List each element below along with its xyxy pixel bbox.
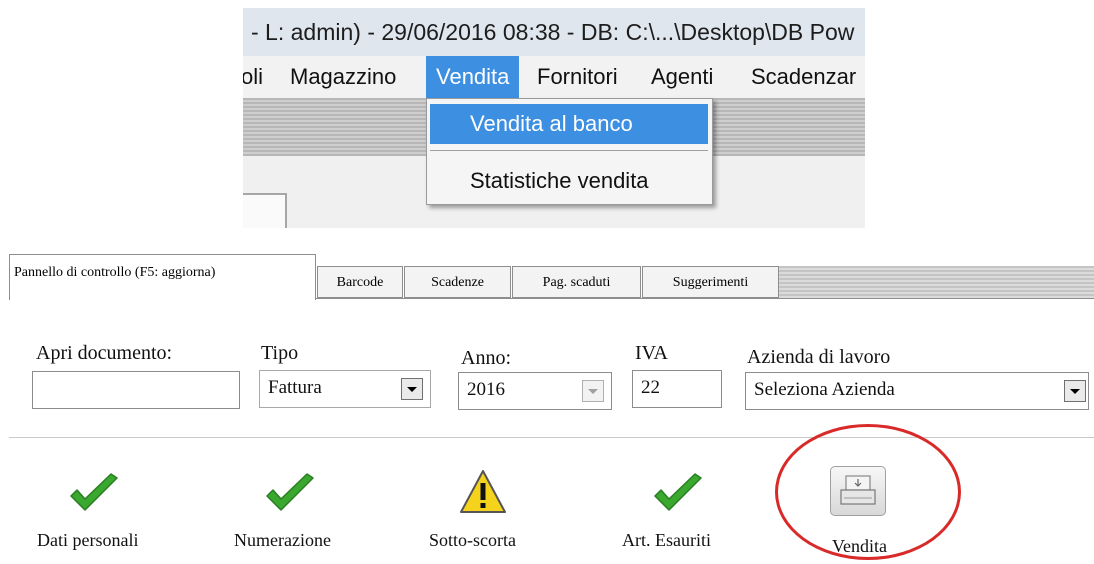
- azienda-select[interactable]: Seleziona Azienda: [745, 372, 1089, 410]
- menu-item-vendita[interactable]: Vendita: [426, 56, 520, 98]
- azienda-dropdown-button[interactable]: [1064, 380, 1086, 402]
- vendita-dropdown-menu: Vendita al banco Statistiche vendita: [426, 98, 713, 205]
- menu-screenshot: - L: admin) - 29/06/2016 08:38 - DB: C:\…: [243, 8, 865, 228]
- menu-option-statistiche-vendita[interactable]: Statistiche vendita: [430, 161, 708, 201]
- highlight-circle: [775, 424, 961, 560]
- section-divider: [9, 437, 1094, 438]
- azienda-label: Azienda di lavoro: [747, 346, 891, 368]
- azienda-value: Seleziona Azienda: [754, 379, 895, 400]
- chevron-down-icon: [407, 387, 417, 392]
- menu-separator: [430, 150, 708, 151]
- check-icon: [654, 473, 702, 511]
- status-art-esauriti[interactable]: Art. Esauriti: [622, 530, 711, 551]
- tab-pag-scaduti[interactable]: Pag. scaduti: [512, 266, 641, 298]
- menu-option-vendita-al-banco[interactable]: Vendita al banco: [430, 104, 708, 144]
- anno-label: Anno:: [461, 347, 511, 369]
- control-panel-screenshot: Pannello di controllo (F5: aggiorna) Bar…: [9, 254, 1094, 564]
- window-title: - L: admin) - 29/06/2016 08:38 - DB: C:\…: [243, 8, 865, 56]
- anno-value: 2016: [467, 379, 505, 400]
- status-dati-personali[interactable]: Dati personali: [37, 530, 138, 551]
- tab-barcode[interactable]: Barcode: [317, 266, 403, 298]
- warning-icon: [460, 470, 506, 513]
- chevron-down-icon: [1070, 389, 1080, 394]
- tipo-dropdown-button[interactable]: [401, 378, 423, 400]
- menu-item-magazzino[interactable]: Magazzino: [280, 56, 406, 98]
- tab-strip-fill: [779, 266, 1094, 298]
- tab-pannello-di-controllo[interactable]: Pannello di controllo (F5: aggiorna): [9, 254, 316, 300]
- tab-strip: Pannello di controllo (F5: aggiorna) Bar…: [9, 254, 1094, 300]
- menu-item-scadenzario[interactable]: Scadenzar: [741, 56, 865, 98]
- status-sotto-scorta[interactable]: Sotto-scorta: [429, 530, 516, 551]
- status-numerazione[interactable]: Numerazione: [234, 530, 331, 551]
- check-icon: [266, 473, 314, 511]
- left-panel-edge: [243, 193, 287, 228]
- tipo-value: Fattura: [268, 377, 322, 398]
- apri-documento-input[interactable]: [32, 371, 240, 409]
- menu-item-agenti[interactable]: Agenti: [641, 56, 723, 98]
- iva-input[interactable]: 22: [632, 370, 722, 408]
- tab-suggerimenti[interactable]: Suggerimenti: [642, 266, 779, 298]
- apri-documento-label: Apri documento:: [36, 342, 173, 364]
- tipo-label: Tipo: [261, 342, 299, 364]
- menu-item-fornitori[interactable]: Fornitori: [527, 56, 628, 98]
- menu-bar: oli Magazzino Vendita Fornitori Agenti S…: [243, 56, 865, 98]
- chevron-down-icon: [588, 389, 598, 394]
- tab-scadenze[interactable]: Scadenze: [404, 266, 511, 298]
- iva-label: IVA: [635, 342, 668, 364]
- anno-dropdown-button[interactable]: [582, 380, 604, 402]
- check-icon: [70, 473, 118, 511]
- menu-item-partial[interactable]: oli: [243, 56, 273, 98]
